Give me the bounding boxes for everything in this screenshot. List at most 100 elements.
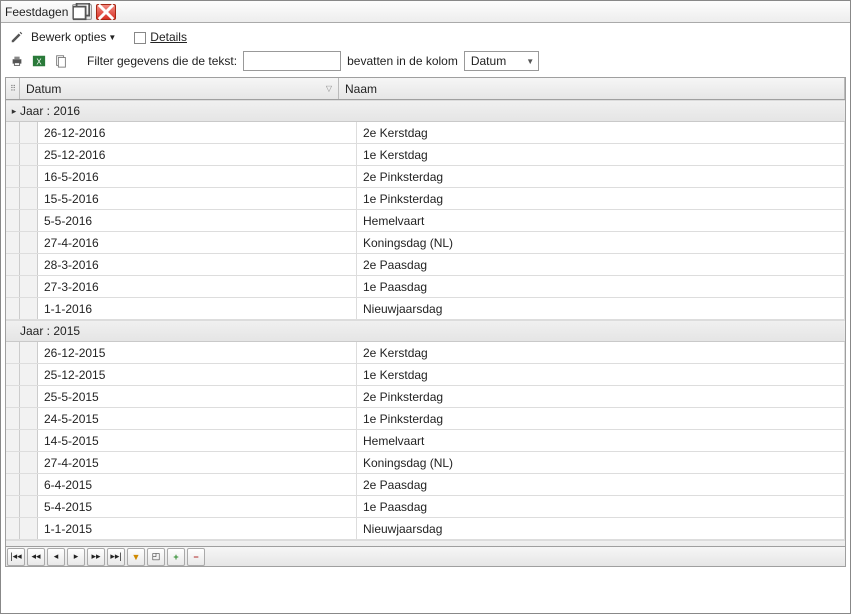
cell-date: 25-12-2015 bbox=[38, 364, 357, 385]
cell-date: 27-4-2015 bbox=[38, 452, 357, 473]
group-row[interactable]: Jaar : 2015 bbox=[6, 320, 845, 342]
nav-prev-button[interactable]: ◂ bbox=[47, 548, 65, 566]
details-label: Details bbox=[150, 30, 187, 44]
table-row[interactable]: 26-12-20152e Kerstdag bbox=[6, 342, 845, 364]
group-row[interactable]: ▸Jaar : 2016 bbox=[6, 100, 845, 122]
row-selector[interactable] bbox=[6, 276, 20, 297]
print-icon bbox=[10, 54, 24, 68]
row-selector[interactable] bbox=[6, 430, 20, 451]
cell-name: 1e Paasdag bbox=[357, 496, 845, 517]
table-row[interactable]: 24-5-20151e Pinksterdag bbox=[6, 408, 845, 430]
export-excel-button[interactable]: X bbox=[31, 53, 47, 69]
restore-window-button[interactable] bbox=[72, 4, 92, 20]
nav-prev-page-button[interactable]: ◂◂ bbox=[27, 548, 45, 566]
copy-button[interactable] bbox=[53, 53, 69, 69]
nav-filter-button[interactable]: ▼ bbox=[127, 548, 145, 566]
row-selector[interactable] bbox=[6, 144, 20, 165]
row-indent bbox=[20, 408, 38, 429]
nav-last-button[interactable]: ▸▸| bbox=[107, 548, 125, 566]
row-indent bbox=[20, 496, 38, 517]
table-row[interactable]: 1-1-2016Nieuwjaarsdag bbox=[6, 298, 845, 320]
row-selector-header[interactable]: ⠿ bbox=[6, 78, 20, 99]
row-indent bbox=[20, 210, 38, 231]
table-row[interactable]: 6-4-20152e Paasdag bbox=[6, 474, 845, 496]
cell-date: 28-3-2016 bbox=[38, 254, 357, 275]
cell-name: 2e Kerstdag bbox=[357, 342, 845, 363]
table-row[interactable]: 26-12-20162e Kerstdag bbox=[6, 122, 845, 144]
table-row[interactable]: 5-5-2016Hemelvaart bbox=[6, 210, 845, 232]
row-selector[interactable] bbox=[6, 364, 20, 385]
row-indent bbox=[20, 518, 38, 539]
nav-first-button[interactable]: |◂◂ bbox=[7, 548, 25, 566]
row-selector[interactable] bbox=[6, 342, 20, 363]
column-header-name[interactable]: Naam bbox=[339, 78, 845, 99]
row-selector[interactable] bbox=[6, 254, 20, 275]
cell-name: 2e Pinksterdag bbox=[357, 386, 845, 407]
row-indent bbox=[20, 122, 38, 143]
filter-column-select[interactable]: Datum ▼ bbox=[464, 51, 539, 71]
table-row[interactable]: 14-5-2015Hemelvaart bbox=[6, 430, 845, 452]
nav-delete-button[interactable]: − bbox=[187, 548, 205, 566]
cell-name: 2e Pinksterdag bbox=[357, 166, 845, 187]
cell-name: 1e Kerstdag bbox=[357, 364, 845, 385]
cell-date: 27-4-2016 bbox=[38, 232, 357, 253]
clipboard-icon bbox=[54, 54, 68, 68]
cell-date: 27-3-2016 bbox=[38, 276, 357, 297]
row-selector[interactable] bbox=[6, 386, 20, 407]
cell-date: 25-5-2015 bbox=[38, 386, 357, 407]
cell-date: 1-1-2015 bbox=[38, 518, 357, 539]
row-selector[interactable] bbox=[6, 232, 20, 253]
edit-options-button[interactable]: Bewerk opties▼ bbox=[31, 30, 116, 44]
table-row[interactable]: 27-3-20161e Paasdag bbox=[6, 276, 845, 298]
nav-next-page-button[interactable]: ▸▸ bbox=[87, 548, 105, 566]
row-selector[interactable] bbox=[6, 188, 20, 209]
cell-date: 6-4-2015 bbox=[38, 474, 357, 495]
row-selector[interactable] bbox=[6, 518, 20, 539]
group-expand-icon: ▸ bbox=[8, 106, 20, 117]
close-icon bbox=[97, 3, 115, 21]
nav-next-button[interactable]: ▸ bbox=[67, 548, 85, 566]
table-row[interactable]: 5-4-20151e Paasdag bbox=[6, 496, 845, 518]
grid-body[interactable]: ▸Jaar : 201626-12-20162e Kerstdag25-12-2… bbox=[6, 100, 845, 546]
table-row[interactable]: 28-3-20162e Paasdag bbox=[6, 254, 845, 276]
cell-name: 1e Pinksterdag bbox=[357, 408, 845, 429]
table-row[interactable]: 27-4-2016Koningsdag (NL) bbox=[6, 232, 845, 254]
print-button[interactable] bbox=[9, 53, 25, 69]
row-selector[interactable] bbox=[6, 210, 20, 231]
row-selector[interactable] bbox=[6, 298, 20, 319]
column-header-date[interactable]: Datum ▽ bbox=[20, 78, 339, 99]
table-row[interactable]: 16-5-20162e Pinksterdag bbox=[6, 166, 845, 188]
cell-date: 5-5-2016 bbox=[38, 210, 357, 231]
table-row[interactable]: 25-5-20152e Pinksterdag bbox=[6, 386, 845, 408]
cell-name: Koningsdag (NL) bbox=[357, 232, 845, 253]
row-selector[interactable] bbox=[6, 122, 20, 143]
table-row[interactable]: 25-12-20161e Kerstdag bbox=[6, 144, 845, 166]
row-selector[interactable] bbox=[6, 474, 20, 495]
grid-header: ⠿ Datum ▽ Naam bbox=[6, 78, 845, 100]
table-row[interactable]: 1-1-2015Nieuwjaarsdag bbox=[6, 518, 845, 540]
nav-bookmark-button[interactable]: ◰ bbox=[147, 548, 165, 566]
close-window-button[interactable] bbox=[96, 4, 116, 20]
row-selector[interactable] bbox=[6, 408, 20, 429]
cell-date: 15-5-2016 bbox=[38, 188, 357, 209]
row-selector[interactable] bbox=[6, 452, 20, 473]
row-selector[interactable] bbox=[6, 496, 20, 517]
row-indent bbox=[20, 254, 38, 275]
cell-date: 25-12-2016 bbox=[38, 144, 357, 165]
group-row[interactable]: Jaar : 2014 bbox=[6, 540, 845, 546]
filter-text-input[interactable] bbox=[243, 51, 341, 71]
row-selector[interactable] bbox=[6, 166, 20, 187]
row-indent bbox=[20, 430, 38, 451]
nav-add-button[interactable]: + bbox=[167, 548, 185, 566]
row-indent bbox=[20, 474, 38, 495]
cell-date: 5-4-2015 bbox=[38, 496, 357, 517]
table-row[interactable]: 27-4-2015Koningsdag (NL) bbox=[6, 452, 845, 474]
table-row[interactable]: 15-5-20161e Pinksterdag bbox=[6, 188, 845, 210]
row-indent bbox=[20, 232, 38, 253]
details-toggle[interactable]: Details bbox=[134, 30, 187, 44]
cell-name: Koningsdag (NL) bbox=[357, 452, 845, 473]
cell-date: 1-1-2016 bbox=[38, 298, 357, 319]
column-header-date-label: Datum bbox=[26, 82, 61, 96]
edit-options-label: Bewerk opties bbox=[31, 30, 106, 44]
table-row[interactable]: 25-12-20151e Kerstdag bbox=[6, 364, 845, 386]
